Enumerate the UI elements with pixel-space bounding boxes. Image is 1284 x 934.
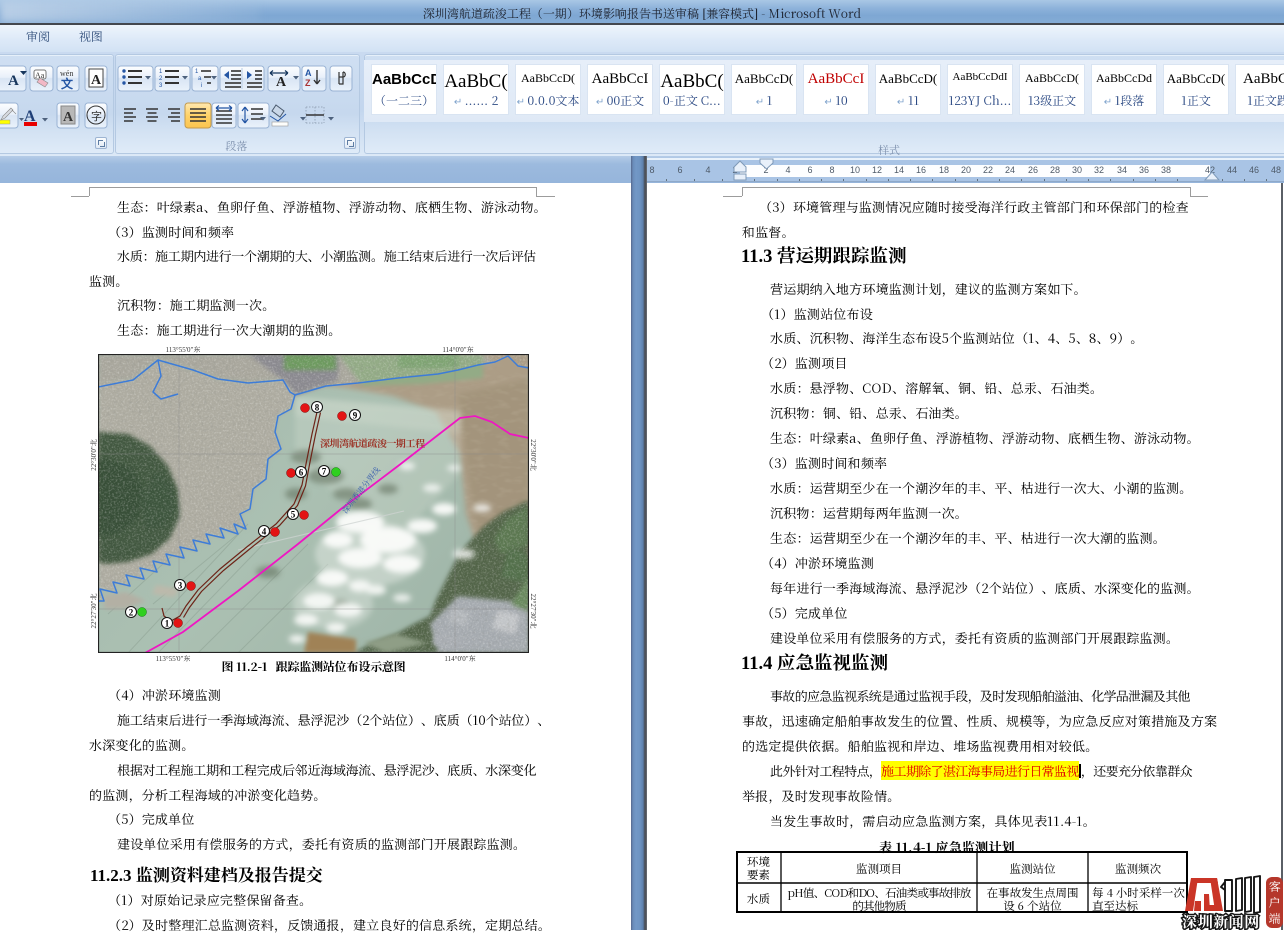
svg-text:Z: Z (305, 78, 311, 88)
svg-text:A: A (8, 73, 19, 89)
svg-text:字: 字 (91, 109, 102, 123)
svg-text:7: 7 (322, 467, 327, 477)
svg-text:5: 5 (291, 510, 296, 520)
svg-text:A: A (276, 75, 287, 90)
svg-text:3: 3 (178, 581, 183, 591)
svg-text:深圳新闻网: 深圳新闻网 (1182, 911, 1260, 930)
svg-text:A: A (91, 73, 102, 88)
svg-text:端: 端 (1268, 910, 1280, 927)
svg-text:客: 客 (1268, 878, 1280, 895)
svg-text:深圳湾航道疏浚一期工程: 深圳湾航道疏浚一期工程 (320, 435, 426, 450)
svg-text:文: 文 (61, 76, 74, 91)
svg-text:1: 1 (165, 619, 170, 629)
svg-text:A: A (63, 110, 74, 125)
svg-text:户: 户 (1268, 894, 1280, 911)
svg-text:8: 8 (315, 403, 320, 413)
svg-text:9: 9 (353, 411, 358, 421)
svg-text:2: 2 (129, 608, 134, 618)
svg-text:i: i (201, 83, 202, 89)
svg-text:A: A (305, 68, 312, 78)
svg-text:4: 4 (262, 527, 267, 537)
svg-text:6: 6 (299, 468, 304, 478)
